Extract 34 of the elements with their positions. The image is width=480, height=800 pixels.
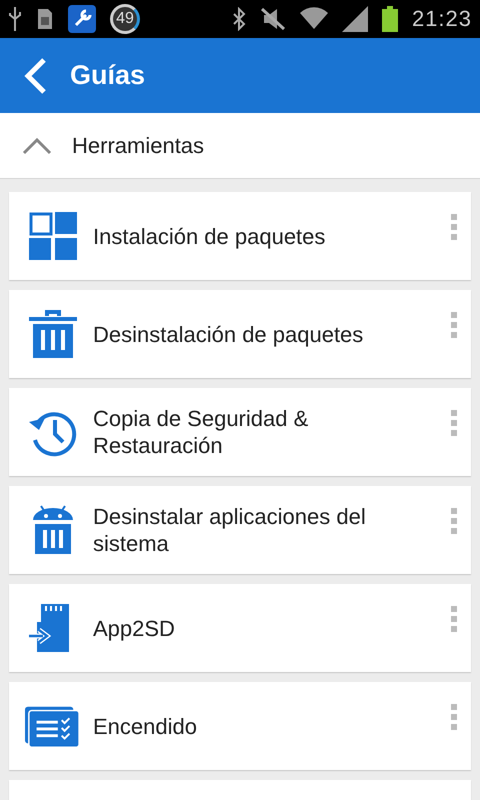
overflow-menu-icon[interactable] bbox=[449, 604, 459, 634]
guide-card[interactable]: Copia de Seguridad & Restauración bbox=[9, 388, 471, 476]
guide-card[interactable]: Encendido bbox=[9, 682, 471, 770]
overflow-menu-icon[interactable] bbox=[449, 408, 459, 438]
guide-title: Instalación de paquetes bbox=[93, 222, 326, 250]
bluetooth-icon bbox=[232, 7, 246, 31]
wifi-icon bbox=[300, 7, 328, 31]
back-button[interactable] bbox=[22, 58, 48, 94]
section-title: Herramientas bbox=[72, 132, 204, 158]
guide-title: Copia de Seguridad & Restauración bbox=[93, 405, 310, 459]
guide-card[interactable]: Desinstalar aplicaciones del sistema bbox=[9, 486, 471, 574]
guide-title: Desinstalación de paquetes bbox=[93, 320, 364, 348]
notification-badge: 49 bbox=[110, 4, 140, 34]
mute-icon bbox=[260, 7, 286, 31]
guide-title: Desinstalar aplicaciones del sistema bbox=[93, 503, 367, 557]
screen-title: Guías bbox=[70, 60, 146, 91]
guide-card[interactable]: Desinstalación de paquetes bbox=[9, 290, 471, 378]
overflow-menu-icon[interactable] bbox=[449, 702, 459, 732]
overflow-menu-icon[interactable] bbox=[449, 310, 459, 340]
usb-icon bbox=[8, 7, 22, 31]
overflow-menu-icon[interactable] bbox=[449, 506, 459, 536]
battery-icon bbox=[382, 6, 398, 32]
guide-card[interactable]: Instalación de paquetes bbox=[9, 192, 471, 280]
clock: 21:23 bbox=[412, 6, 472, 32]
signal-icon bbox=[342, 6, 368, 32]
guide-title: Encendido bbox=[93, 712, 198, 740]
chevron-up-icon[interactable] bbox=[22, 136, 52, 154]
sim-card-icon bbox=[36, 7, 54, 31]
grid-icon bbox=[27, 210, 79, 262]
guide-card[interactable]: App2SD bbox=[9, 584, 471, 672]
trash-icon bbox=[27, 308, 79, 360]
guide-title: App2SD bbox=[93, 614, 176, 642]
wrench-icon bbox=[68, 5, 96, 33]
overflow-menu-icon[interactable] bbox=[449, 212, 459, 242]
